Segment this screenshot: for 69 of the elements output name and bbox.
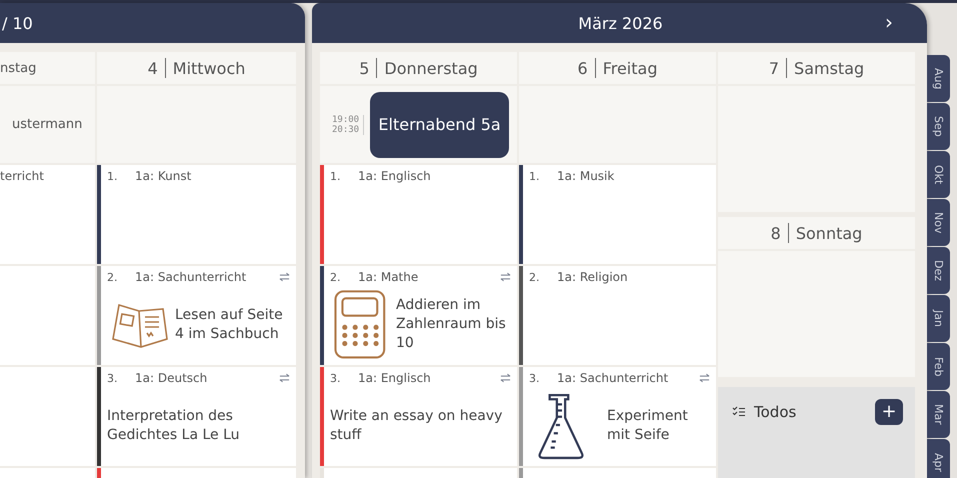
lesson-subject: 1a: Englisch: [358, 371, 432, 385]
lesson-card[interactable]: 3. 1a: Deutsch Interpretation des Gedichtes La Le Lu: [97, 367, 296, 466]
lesson-number: 1.: [107, 170, 118, 182]
lesson-number: 3.: [529, 372, 540, 384]
lesson-subject: 1a: Sachunterricht: [557, 371, 670, 385]
lesson-number: 2.: [330, 270, 342, 284]
lesson-number: 3.: [330, 372, 342, 384]
month-title: März 2026: [577, 14, 663, 32]
weekday-label: Mittwoch: [172, 58, 246, 78]
swap-icon[interactable]: [500, 272, 511, 282]
event-card[interactable]: Elternabend 5a: [370, 92, 509, 158]
swap-icon[interactable]: [699, 373, 710, 383]
lesson-card[interactable]: 3. 1a: Sachunterricht Experiment mit Seife: [519, 367, 716, 466]
event-title: ustermann: [12, 117, 82, 132]
day-number: 6: [578, 58, 588, 78]
month-tab[interactable]: Jan: [927, 295, 950, 342]
lesson-card[interactable]: 2. 1a: Religion: [519, 266, 716, 365]
lesson-number: 1.: [529, 170, 540, 182]
lesson-card[interactable]: terricht: [0, 165, 95, 264]
day-number: 7: [768, 58, 780, 78]
weekday-label: Sonntag: [796, 224, 862, 242]
lesson-subject: terricht: [0, 169, 45, 183]
weekday-label: Samstag: [794, 58, 864, 78]
month-tab[interactable]: Okt: [927, 151, 950, 198]
day-number: 4: [148, 58, 158, 78]
event-end-time: 20:30: [332, 124, 360, 134]
day-number: 5: [359, 58, 370, 78]
lesson-card[interactable]: 1. 1a: Musik: [519, 165, 716, 264]
month-tab[interactable]: Apr: [927, 439, 950, 478]
event-start-time: 19:00: [332, 114, 360, 124]
lesson-number: 2.: [529, 270, 540, 284]
lesson-subject: 1a: Deutsch: [135, 371, 208, 385]
lesson-note: Interpretation des Gedichtes La Le Lu: [107, 406, 241, 444]
checklist-icon: [732, 406, 746, 418]
todos-title: Todos: [754, 403, 798, 421]
month-tab[interactable]: Sep: [927, 103, 950, 150]
lesson-card[interactable]: 1. 1a: Englisch: [320, 165, 517, 264]
lesson-number: 1.: [330, 170, 342, 182]
add-todo-button[interactable]: +: [875, 399, 903, 425]
weekday-label: nstag: [0, 60, 36, 76]
month-tab[interactable]: Aug: [927, 55, 950, 102]
lesson-card[interactable]: 3. 1a: Englisch Write an essay on heavy stuff: [320, 367, 517, 466]
month-tab[interactable]: Dez: [927, 247, 950, 294]
lesson-note: Addieren im Zahlenraum bis 10: [396, 296, 507, 353]
lesson-subject: 1a: Englisch: [358, 169, 432, 183]
month-tab[interactable]: Nov: [927, 199, 950, 246]
month-tab[interactable]: Feb: [927, 343, 950, 390]
weekday-label: Freitag: [602, 58, 658, 78]
lesson-note: Lesen auf Seite 4 im Sachbuch: [175, 306, 284, 344]
swap-icon[interactable]: [279, 373, 290, 383]
month-tab[interactable]: Mar: [927, 391, 950, 438]
weekday-label: Donnerstag: [384, 58, 478, 78]
swap-icon[interactable]: [279, 272, 290, 282]
lesson-number: 2.: [107, 270, 118, 284]
lesson-subject: 1a: Kunst: [135, 169, 192, 183]
swap-icon[interactable]: [500, 373, 511, 383]
lesson-card[interactable]: 2. 1a: Sachunterricht Lesen auf Seite 4 im Sachbuch: [97, 266, 296, 365]
day-number: 8: [770, 224, 781, 242]
week-title: / 10: [1, 14, 33, 32]
lesson-subject: 1a: Musik: [557, 169, 616, 183]
lesson-subject: 1a: Mathe: [358, 270, 420, 284]
lesson-subject: 1a: Sachunterricht: [135, 270, 248, 284]
lesson-note: Write an essay on heavy stuff: [330, 406, 504, 444]
lesson-card[interactable]: 2. 1a: Mathe Addieren im Zahlenraum bis 10: [320, 266, 517, 365]
lesson-note: Experiment mit Seife: [607, 406, 689, 444]
next-month-button[interactable]: ›: [881, 12, 897, 32]
lesson-number: 3.: [107, 372, 118, 384]
lesson-card[interactable]: 1. 1a: Kunst: [97, 165, 296, 264]
lesson-subject: 1a: Religion: [557, 270, 629, 284]
